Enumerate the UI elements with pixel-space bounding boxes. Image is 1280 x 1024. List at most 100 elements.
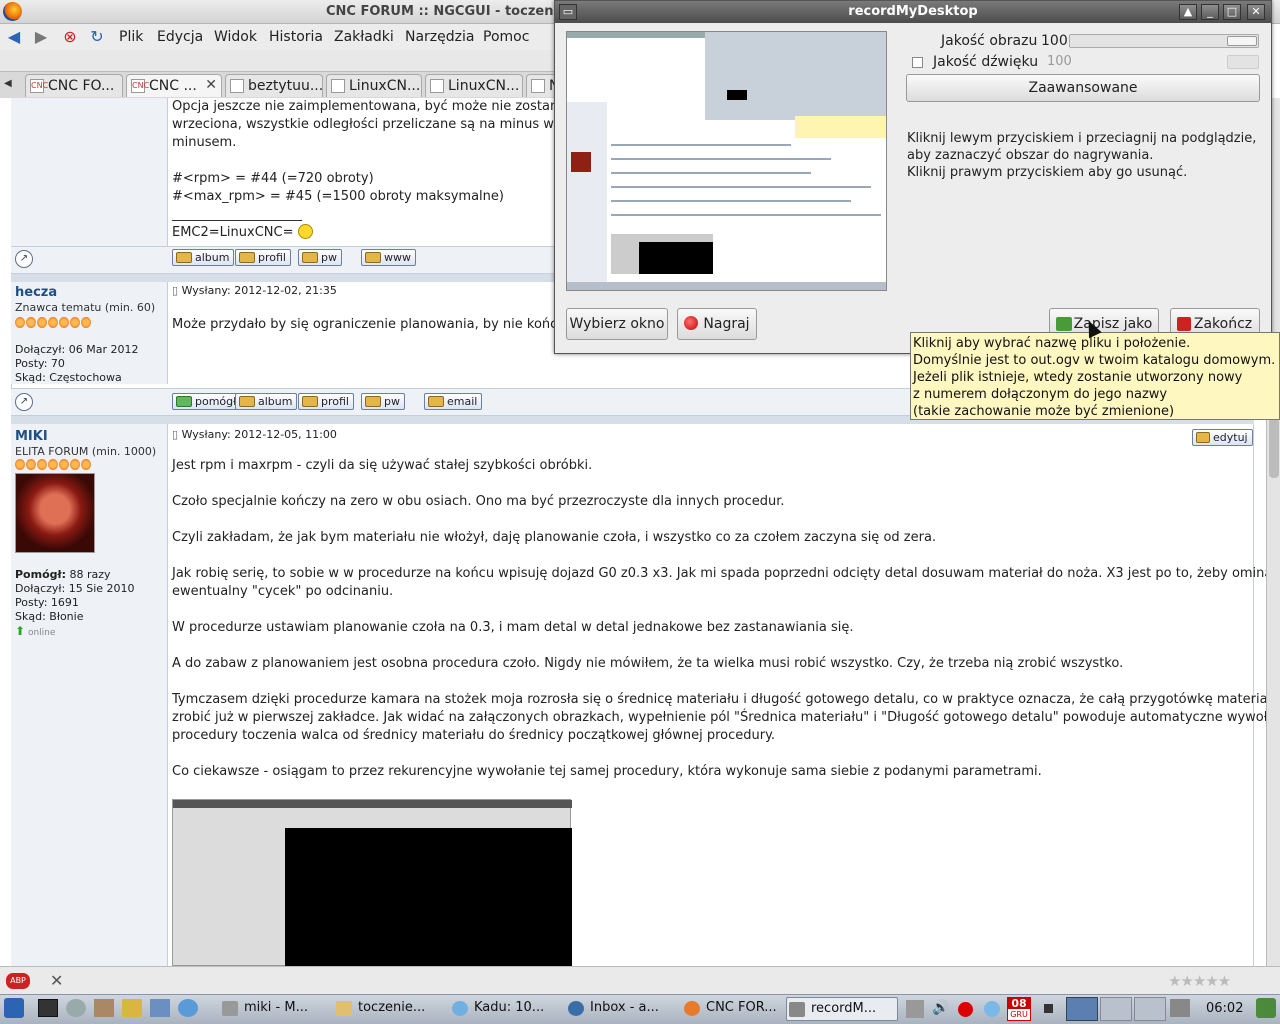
cnc-favicon: CNC <box>30 79 48 93</box>
button-label: email <box>447 395 478 408</box>
goto-top-icon[interactable]: ↗ <box>15 250 33 268</box>
desktop-preview[interactable] <box>566 31 887 291</box>
www-button[interactable]: www <box>361 249 416 266</box>
button-label: profil <box>258 251 286 264</box>
goto-top-icon[interactable]: ↗ <box>15 393 33 411</box>
pm-icon <box>365 396 381 407</box>
post3-para-7c: procedury toczenia walca od średnicy mat… <box>172 728 776 743</box>
logout-icon[interactable] <box>1256 998 1276 1018</box>
terminal-icon[interactable] <box>38 999 58 1017</box>
preview-avatar <box>571 152 591 172</box>
workspace-3[interactable] <box>1134 997 1166 1021</box>
tab-scroll-left-icon[interactable]: ◀ <box>4 78 12 89</box>
close-icon[interactable]: ✕ <box>50 971 63 990</box>
tab-beztytulu[interactable]: beztytuu... <box>225 74 323 97</box>
tab-cnc-forum-2[interactable]: CNC CNC ... ✕ <box>126 74 222 97</box>
tab-label: CNC ... <box>149 78 197 94</box>
post2-date: ▯ Wysłany: 2012-12-02, 21:35 <box>172 284 337 297</box>
reload-icon[interactable]: ↻ <box>88 29 106 45</box>
profile-icon <box>302 396 318 407</box>
menu-plik[interactable]: Plik <box>119 29 143 45</box>
back-arrow-icon[interactable]: ◀ <box>5 29 23 45</box>
email-button[interactable]: email <box>424 393 483 410</box>
screen-icon[interactable] <box>906 1000 924 1018</box>
taskbar-item-toczenie[interactable]: toczenie... <box>334 997 438 1021</box>
tab-cnc-forum-1[interactable]: CNC CNC FO... <box>25 74 123 97</box>
pm-button[interactable]: pw <box>361 393 405 410</box>
audio-checkbox[interactable] <box>912 57 923 68</box>
menu-widok[interactable]: Widok <box>214 29 257 45</box>
taskbar-item-miki[interactable]: miki - M... <box>220 997 320 1021</box>
taskbar-item-inbox[interactable]: Inbox - a... <box>566 997 670 1021</box>
button-label: pomógł <box>195 395 237 408</box>
close-icon[interactable]: ✕ <box>1247 4 1265 20</box>
volume-icon[interactable]: 🔊 <box>932 1000 949 1016</box>
paint-icon[interactable] <box>122 999 142 1017</box>
calendar-icon[interactable]: 08 GRU <box>1007 997 1031 1021</box>
preview-dialog-dark <box>727 90 747 100</box>
apps-icon[interactable] <box>150 999 170 1017</box>
album-button[interactable]: album <box>235 393 298 410</box>
start-menu-icon[interactable] <box>4 998 24 1018</box>
tray-square-icon[interactable] <box>1044 1004 1053 1013</box>
taskbar-item-cnc-forum[interactable]: CNC FOR... <box>682 997 786 1021</box>
minimize-icon[interactable]: _ <box>1201 4 1219 20</box>
user-joined: Dołączył: 06 Mar 2012 <box>15 343 139 356</box>
instruction-line: Kliknij lewym przyciskiem i przeciagnij … <box>907 131 1257 146</box>
edit-button[interactable]: edytuj <box>1192 429 1253 446</box>
record-indicator-icon[interactable] <box>958 1002 973 1017</box>
tools-icon[interactable] <box>94 999 114 1017</box>
menu-zakladki[interactable]: Zakładki <box>334 29 394 45</box>
pm-button[interactable]: pw <box>298 249 342 266</box>
page-favicon <box>331 79 345 93</box>
menu-edycja[interactable]: Edycja <box>157 29 203 45</box>
user-rank: Znawca tematu (min. 60) <box>15 301 156 314</box>
network-icon[interactable] <box>1170 999 1190 1017</box>
post2-text: Może przydało by się ograniczenie planow… <box>172 317 595 332</box>
close-tab-icon[interactable]: ✕ <box>205 77 217 93</box>
helped-button[interactable]: pomógł <box>172 393 242 410</box>
post3-para-7b: zrobić już w pierwszej zakładce. Jak wid… <box>172 710 1266 725</box>
slider-handle[interactable] <box>1227 36 1257 46</box>
stop-icon[interactable]: ⊗ <box>61 29 79 45</box>
settings-icon[interactable] <box>66 999 86 1017</box>
clock[interactable]: 06:02 <box>1206 1001 1243 1016</box>
taskbar-item-kadu[interactable]: Kadu: 10... <box>450 997 554 1021</box>
button-label: album <box>258 395 293 408</box>
select-window-button[interactable]: Wybierz okno <box>566 308 668 340</box>
menu-pomoc[interactable]: Pomoc <box>483 29 529 45</box>
adblock-icon[interactable]: ABP <box>6 973 30 989</box>
video-quality-slider[interactable] <box>1069 34 1259 48</box>
firefox-icon <box>684 1001 700 1016</box>
button-label: pw <box>321 251 337 264</box>
raise-icon[interactable]: ▲ <box>1179 4 1197 20</box>
button-label: profil <box>321 395 349 408</box>
menu-historia[interactable]: Historia <box>269 29 323 45</box>
workspace-2[interactable] <box>1100 997 1132 1021</box>
tab-linuxcnc-1[interactable]: LinuxCN... <box>326 74 422 97</box>
audio-quality-slider[interactable] <box>1227 55 1259 69</box>
web-icon[interactable] <box>178 999 198 1017</box>
menu-narzedzia[interactable]: Narzędzia <box>405 29 474 45</box>
album-button[interactable]: album <box>172 249 235 266</box>
profile-button[interactable]: profil <box>235 249 291 266</box>
record-button[interactable]: Nagraj <box>677 308 757 340</box>
profile-button[interactable]: profil <box>298 393 354 410</box>
forward-arrow-icon[interactable]: ▶ <box>32 29 50 45</box>
rating-stars-icon[interactable]: ★★★★★ <box>1168 972 1231 990</box>
profile-icon <box>239 252 255 263</box>
tab-linuxcnc-2[interactable]: LinuxCN... <box>425 74 523 97</box>
tooltip-line: z numerem dołączonym do jego nazwy <box>913 387 1168 402</box>
username-hecza[interactable]: hecza <box>15 285 57 300</box>
workspace-1[interactable] <box>1066 997 1098 1021</box>
user-location: Skąd: Częstochowa <box>15 371 122 384</box>
check-icon <box>176 396 192 407</box>
attached-screenshot[interactable] <box>172 799 572 966</box>
window-menu-icon[interactable]: ▭ <box>559 4 577 20</box>
kadu-tray-icon[interactable] <box>984 1001 1000 1017</box>
scrollbar-thumb[interactable] <box>1269 418 1279 478</box>
username-miki[interactable]: MIKI <box>15 429 48 444</box>
taskbar-item-recordmydesktop[interactable]: recordM... <box>786 997 898 1021</box>
maximize-icon[interactable]: □ <box>1223 4 1241 20</box>
advanced-button[interactable]: Zaawansowane <box>906 74 1260 102</box>
